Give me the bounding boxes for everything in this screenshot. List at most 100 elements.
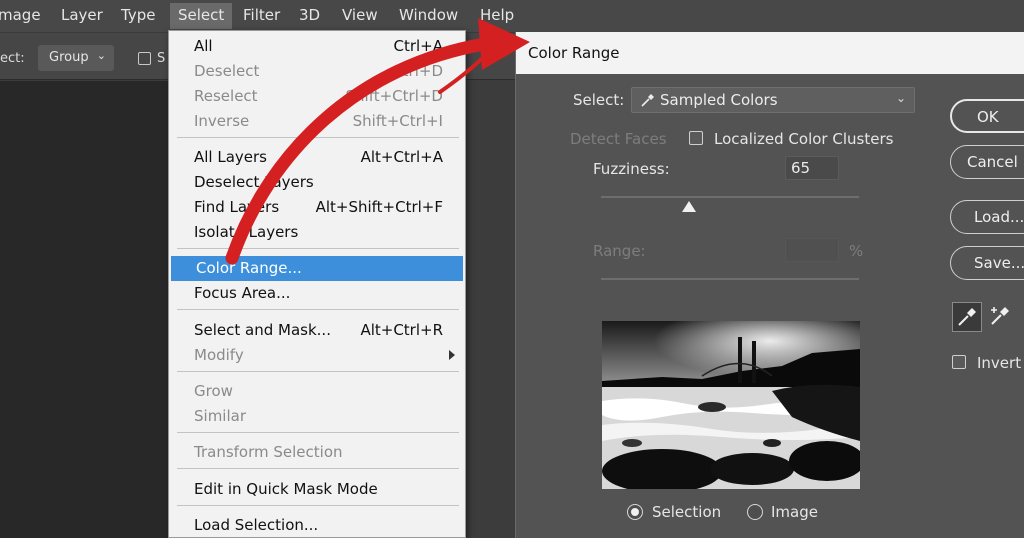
chevron-down-icon: ⌄ <box>895 91 906 105</box>
menu-item-label: Deselect Layers <box>194 173 314 191</box>
menu-item-label: Find Layers <box>194 198 280 216</box>
menu-item-modify[interactable]: Modify <box>169 343 465 368</box>
menu-item-label: Grow <box>194 382 233 400</box>
menu-separator <box>177 248 459 249</box>
menu-item-label: Transform Selection <box>194 443 343 461</box>
select-label: Select: <box>573 91 625 109</box>
selection-radio[interactable] <box>627 504 643 520</box>
menu-item-label: Similar <box>194 407 246 425</box>
load-button[interactable]: Load... <box>950 200 1024 234</box>
eyedropper-icon <box>641 94 654 107</box>
fuzziness-label: Fuzziness: <box>593 160 670 178</box>
menu-filter[interactable]: Filter <box>243 6 280 24</box>
menu-item-all[interactable]: All Ctrl+A <box>169 34 465 59</box>
save-button[interactable]: Save... <box>950 246 1024 280</box>
menu-item-all-layers[interactable]: All Layers Alt+Ctrl+A <box>169 145 465 170</box>
menu-item-label: Isolate Layers <box>194 223 299 241</box>
eyedropper-tool[interactable] <box>952 302 982 332</box>
menu-bar: mage Layer Type Select Filter 3D View Wi… <box>0 0 1024 32</box>
group-dropdown-value: Group <box>49 50 89 65</box>
menu-item-shortcut: Shift+Ctrl+D <box>345 87 443 105</box>
image-radio[interactable] <box>747 504 763 520</box>
menu-item-label: Load Selection... <box>194 516 319 534</box>
menu-item-label: All Layers <box>194 148 268 166</box>
invert-label: Invert <box>977 354 1022 372</box>
range-input <box>785 238 839 262</box>
menu-item-reselect[interactable]: Reselect Shift+Ctrl+D <box>169 84 465 109</box>
range-unit: % <box>849 242 864 260</box>
color-range-dialog: Color Range Select: Sampled Colors ⌄ Det… <box>515 32 1024 538</box>
group-dropdown[interactable]: Group ⌄ <box>38 45 114 71</box>
menu-view[interactable]: View <box>342 6 378 24</box>
select-menu: All Ctrl+A Deselect Ctrl+D Reselect Shif… <box>168 30 466 538</box>
fuzziness-slider-thumb[interactable] <box>681 201 696 212</box>
menu-item-inverse[interactable]: Inverse Shift+Ctrl+I <box>169 109 465 134</box>
menu-item-shortcut: Shift+Ctrl+I <box>352 112 443 130</box>
invert-checkbox[interactable] <box>952 355 966 369</box>
range-label: Range: <box>593 242 646 260</box>
menu-help[interactable]: Help <box>480 6 514 24</box>
menu-item-quick-mask[interactable]: Edit in Quick Mask Mode <box>169 477 465 502</box>
menu-item-transform-selection[interactable]: Transform Selection <box>169 440 465 465</box>
menu-type[interactable]: Type <box>121 6 155 24</box>
menu-item-shortcut: Alt+Shift+Ctrl+F <box>315 198 443 216</box>
document-canvas <box>0 81 170 538</box>
dialog-title: Color Range <box>528 44 620 62</box>
eyedropper-plus-icon <box>991 307 1009 325</box>
menu-image[interactable]: mage <box>0 6 41 24</box>
menu-separator <box>177 505 459 506</box>
menu-item-grow[interactable]: Grow <box>169 379 465 404</box>
menu-item-deselect[interactable]: Deselect Ctrl+D <box>169 59 465 84</box>
menu-item-deselect-layers[interactable]: Deselect Layers <box>169 170 465 195</box>
menu-item-isolate-layers[interactable]: Isolate Layers <box>169 220 465 245</box>
chevron-down-icon: ⌄ <box>96 49 106 62</box>
menu-3d[interactable]: 3D <box>299 6 320 24</box>
menu-item-label: Select and Mask... <box>194 321 331 339</box>
show-transform-label: S <box>157 51 166 66</box>
menu-select[interactable]: Select <box>170 3 233 29</box>
menu-item-shortcut: Alt+Ctrl+R <box>360 321 443 339</box>
localized-clusters-checkbox[interactable] <box>689 131 703 145</box>
preview-image <box>602 321 860 489</box>
eyedropper-icon <box>958 308 976 326</box>
submenu-arrow-icon <box>449 350 455 360</box>
menu-separator <box>177 468 459 469</box>
detect-faces-label: Detect Faces <box>570 130 667 148</box>
menu-layer[interactable]: Layer <box>61 6 103 24</box>
select-dropdown[interactable]: Sampled Colors ⌄ <box>631 87 915 113</box>
cancel-button[interactable]: Cancel <box>950 145 1024 179</box>
menu-separator <box>177 137 459 138</box>
menu-item-select-and-mask[interactable]: Select and Mask... Alt+Ctrl+R <box>169 318 465 343</box>
menu-item-label: Color Range... <box>196 259 302 277</box>
menu-item-color-range[interactable]: Color Range... <box>171 256 463 281</box>
menu-item-shortcut: Ctrl+D <box>392 62 443 80</box>
menu-item-label: All <box>194 37 213 55</box>
show-transform-checkbox[interactable] <box>138 52 151 65</box>
select-dropdown-value: Sampled Colors <box>660 91 778 109</box>
fuzziness-input[interactable]: 65 <box>785 156 839 180</box>
menu-item-shortcut: Alt+Ctrl+A <box>360 148 443 166</box>
menu-item-label: Reselect <box>194 87 258 105</box>
menu-separator <box>177 309 459 310</box>
menu-item-focus-area[interactable]: Focus Area... <box>169 281 465 306</box>
menu-window[interactable]: Window <box>399 6 458 24</box>
menu-item-find-layers[interactable]: Find Layers Alt+Shift+Ctrl+F <box>169 195 465 220</box>
menu-item-similar[interactable]: Similar <box>169 404 465 429</box>
dialog-titlebar[interactable]: Color Range <box>516 32 1024 74</box>
menu-item-label: Modify <box>194 346 244 364</box>
menu-separator <box>177 432 459 433</box>
menu-item-shortcut: Ctrl+A <box>393 37 443 55</box>
menu-item-label: Focus Area... <box>194 284 291 302</box>
add-to-sample-tool[interactable] <box>986 302 1016 332</box>
selection-preview <box>602 321 860 489</box>
menu-item-load-selection[interactable]: Load Selection... <box>169 513 465 538</box>
menu-separator <box>177 371 459 372</box>
fuzziness-slider-track[interactable] <box>601 196 859 198</box>
image-radio-label: Image <box>771 503 818 521</box>
localized-clusters-label: Localized Color Clusters <box>714 130 894 148</box>
menu-item-label: Inverse <box>194 112 250 130</box>
ok-button[interactable]: OK <box>950 99 1024 133</box>
menu-item-label: Deselect <box>194 62 260 80</box>
menu-item-label: Edit in Quick Mask Mode <box>194 480 378 498</box>
auto-select-label: ect: <box>0 51 25 66</box>
